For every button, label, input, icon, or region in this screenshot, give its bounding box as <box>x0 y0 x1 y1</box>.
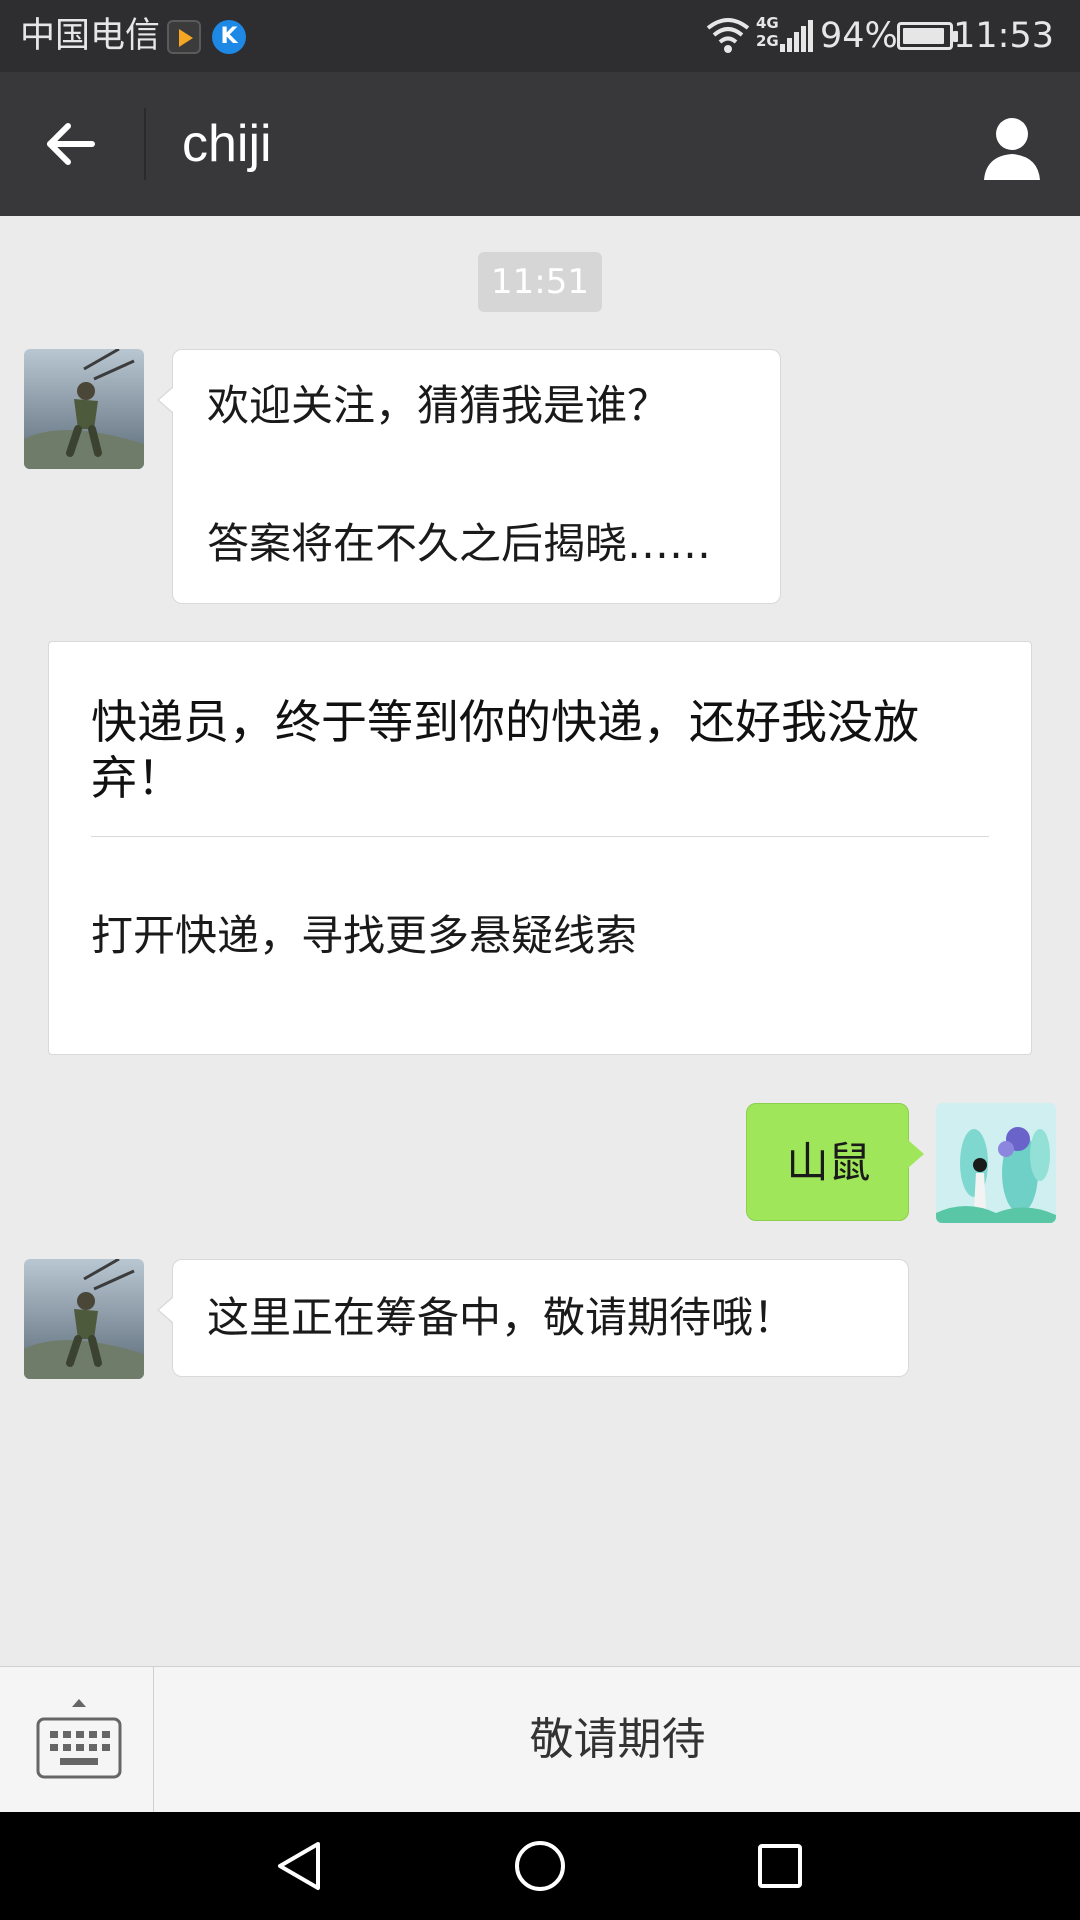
message-text: 这里正在筹备中，敬请期待哦！ <box>207 1293 796 1342</box>
card-link[interactable]: 打开快递，寻找更多悬疑线索 <box>91 910 637 962</box>
video-app-icon <box>167 20 201 54</box>
message-timestamp: 11:51 <box>478 252 602 312</box>
sent-message-bubble[interactable]: 山鼠 <box>746 1103 924 1221</box>
chat-title: chiji <box>182 115 272 173</box>
battery-percent: 94% <box>820 16 898 56</box>
header-divider <box>144 108 146 180</box>
clock: 11:53 <box>953 16 1054 56</box>
person-icon <box>984 118 1040 180</box>
system-nav-bar <box>0 1812 1080 1920</box>
signal-icon <box>780 20 813 52</box>
message-text: 山鼠 <box>786 1138 871 1187</box>
keyboard-icon <box>36 1699 122 1779</box>
account-avatar[interactable] <box>24 1259 144 1379</box>
menu-item-stay-tuned[interactable]: 敬请期待 <box>155 1667 1080 1813</box>
profile-button[interactable] <box>972 108 1052 188</box>
keyboard-toggle-button[interactable] <box>0 1667 154 1813</box>
battery-icon <box>897 22 958 50</box>
chat-area[interactable]: 11:51 欢迎关注，猜猜我是谁？ 答案将在不久之后揭晓…… 快递员，终于等到你… <box>0 216 1080 1666</box>
status-bar: 中国电信 K 4G 2G 94% 11:53 <box>0 0 1080 72</box>
cactus-girl-avatar-icon <box>936 1103 1056 1223</box>
account-avatar[interactable] <box>24 349 144 469</box>
chat-header: chiji <box>0 72 1080 216</box>
wifi-icon <box>706 18 750 53</box>
carrier-label: 中国电信 <box>20 16 161 56</box>
k-app-icon: K <box>212 20 246 54</box>
network-type-label: 4G 2G <box>756 14 779 50</box>
parachute-soldier-avatar-icon <box>24 1259 144 1379</box>
message-bubble[interactable]: 欢迎关注，猜猜我是谁？ 答案将在不久之后揭晓…… <box>157 349 781 604</box>
arrow-left-icon <box>47 123 95 165</box>
card-title: 快递员，终于等到你的快递，还好我没放弃！ <box>91 695 919 805</box>
triangle-back-icon[interactable] <box>270 1836 330 1896</box>
message-bubble[interactable]: 这里正在筹备中，敬请期待哦！ <box>157 1259 909 1377</box>
my-avatar[interactable] <box>936 1103 1056 1223</box>
back-button[interactable] <box>30 104 110 184</box>
circle-home-icon[interactable] <box>510 1836 570 1896</box>
parachute-soldier-avatar-icon <box>24 349 144 469</box>
article-card[interactable]: 快递员，终于等到你的快递，还好我没放弃！ 打开快递，寻找更多悬疑线索 <box>48 641 1032 1055</box>
bottom-menu-bar: 敬请期待 <box>0 1666 1080 1813</box>
square-recents-icon[interactable] <box>750 1836 810 1896</box>
card-divider <box>91 836 989 837</box>
message-text: 欢迎关注，猜猜我是谁？ <box>207 381 670 430</box>
message-text: 答案将在不久之后揭晓…… <box>207 519 712 568</box>
